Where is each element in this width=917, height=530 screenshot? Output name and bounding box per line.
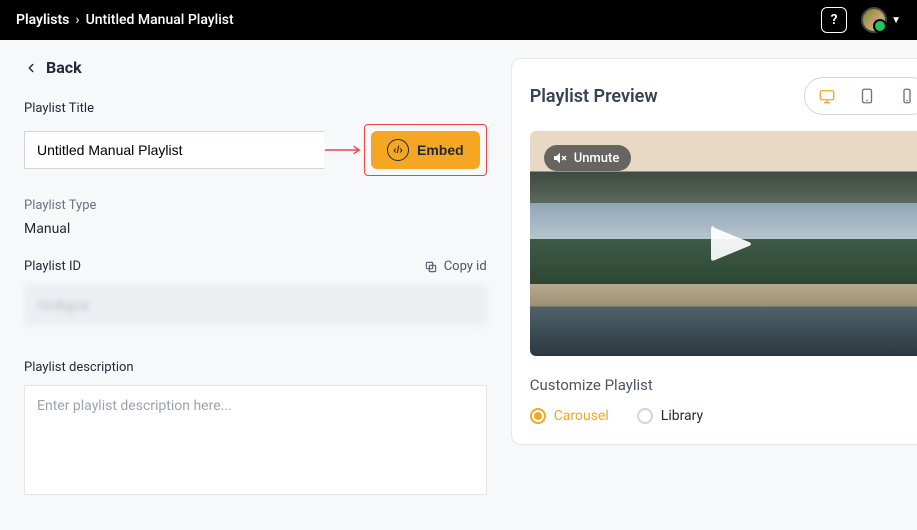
breadcrumb-current: Untitled Manual Playlist xyxy=(86,12,234,28)
tablet-icon xyxy=(858,87,876,105)
option-label: Carousel xyxy=(554,408,609,424)
radio-icon xyxy=(530,408,546,424)
radio-icon xyxy=(637,408,653,424)
topbar: Playlists › Untitled Manual Playlist ? ▼ xyxy=(0,0,917,40)
playlist-id-label: Playlist ID xyxy=(24,259,81,274)
device-switcher xyxy=(804,77,917,115)
page-body: Back Playlist Title ‹/› Embed Playlist T… xyxy=(0,40,917,517)
option-carousel[interactable]: Carousel xyxy=(530,408,609,424)
description-label: Playlist description xyxy=(24,360,487,375)
topbar-right: ? ▼ xyxy=(821,7,901,33)
chevron-left-icon xyxy=(24,61,38,75)
unmute-label: Unmute xyxy=(574,151,620,166)
option-label: Library xyxy=(661,408,703,424)
mobile-icon xyxy=(898,87,916,105)
playlist-type-label: Playlist Type xyxy=(24,198,487,213)
description-textarea[interactable] xyxy=(24,385,487,495)
playlist-id-row: Playlist ID Copy id xyxy=(24,259,487,274)
preview-header: Playlist Preview xyxy=(530,77,917,115)
arrow-annotation xyxy=(324,131,364,169)
left-column: Back Playlist Title ‹/› Embed Playlist T… xyxy=(24,58,487,499)
embed-button[interactable]: ‹/› Embed xyxy=(371,131,480,169)
video-preview[interactable]: Unmute xyxy=(530,131,917,356)
code-icon: ‹/› xyxy=(387,139,409,161)
preview-card: Playlist Preview Unmute xyxy=(511,58,917,445)
unmute-button[interactable]: Unmute xyxy=(544,145,632,171)
help-icon: ? xyxy=(831,12,838,28)
play-button[interactable] xyxy=(693,216,767,272)
embed-highlight: ‹/› Embed xyxy=(364,124,487,176)
breadcrumb: Playlists › Untitled Manual Playlist xyxy=(16,12,234,28)
device-tablet-button[interactable] xyxy=(849,82,885,110)
right-column: Playlist Preview Unmute xyxy=(511,58,917,499)
option-library[interactable]: Library xyxy=(637,408,703,424)
customize-options: Carousel Library xyxy=(530,408,917,424)
copy-icon xyxy=(424,260,438,274)
avatar-icon xyxy=(861,7,887,33)
account-menu[interactable]: ▼ xyxy=(861,7,901,33)
speaker-muted-icon xyxy=(552,150,568,166)
customize-title: Customize Playlist xyxy=(530,376,917,394)
title-row: ‹/› Embed xyxy=(24,124,487,176)
back-button[interactable]: Back xyxy=(24,58,487,77)
playlist-type-value: Manual xyxy=(24,221,487,237)
copy-id-label: Copy id xyxy=(444,259,487,274)
embed-label: Embed xyxy=(417,142,464,158)
back-label: Back xyxy=(46,58,82,77)
copy-id-button[interactable]: Copy id xyxy=(424,259,487,274)
breadcrumb-root[interactable]: Playlists xyxy=(16,12,69,28)
help-button[interactable]: ? xyxy=(821,7,847,33)
breadcrumb-separator: › xyxy=(75,12,79,28)
playlist-title-input[interactable] xyxy=(24,131,324,169)
preview-title: Playlist Preview xyxy=(530,86,658,107)
playlist-title-label: Playlist Title xyxy=(24,101,487,116)
caret-down-icon: ▼ xyxy=(891,15,901,26)
playlist-id-value: txvkgcs xyxy=(24,284,487,326)
desktop-icon xyxy=(818,87,836,105)
device-mobile-button[interactable] xyxy=(889,82,917,110)
device-desktop-button[interactable] xyxy=(809,82,845,110)
play-icon xyxy=(693,216,767,272)
